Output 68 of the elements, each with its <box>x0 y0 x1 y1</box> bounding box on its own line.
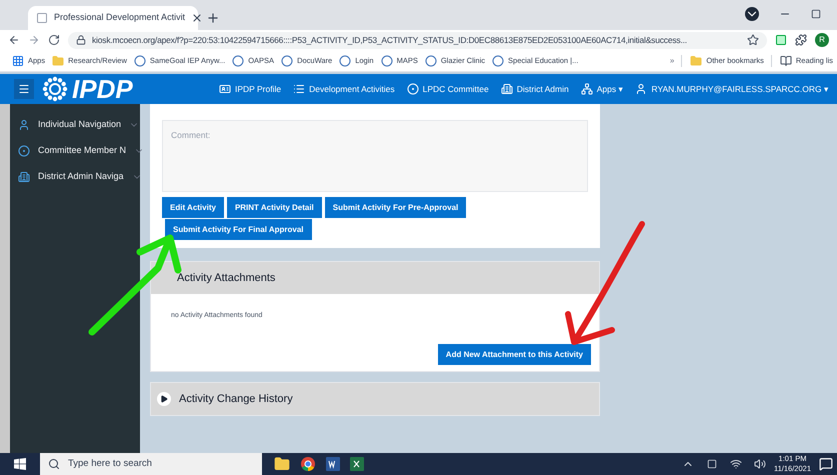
user-icon <box>18 119 30 131</box>
user-icon <box>635 83 648 95</box>
browser-tab[interactable]: Professional Development Activit <box>28 6 198 30</box>
tab-search-icon[interactable] <box>745 7 759 21</box>
apps-grid-icon <box>12 54 24 66</box>
windows-icon[interactable] <box>14 458 26 470</box>
file-explorer-icon[interactable] <box>274 456 290 472</box>
new-tab-icon[interactable] <box>206 11 220 25</box>
id-card-icon <box>218 83 231 95</box>
nav-link[interactable]: District Admin <box>500 82 569 96</box>
app-logo-text: IPDP <box>72 76 133 102</box>
apps-icon <box>580 83 593 95</box>
lock-icon <box>76 35 86 45</box>
sidebar-item[interactable]: Individual Navigation <box>10 112 140 138</box>
star-icon[interactable] <box>747 34 759 46</box>
building-icon <box>18 171 30 183</box>
taskbar-search-field[interactable]: Type here to search <box>40 453 262 475</box>
site-icon <box>232 54 244 66</box>
site-icon <box>492 54 504 66</box>
extension-icon[interactable] <box>775 34 787 46</box>
panel-title: Activity Change History <box>179 392 293 407</box>
nav-link[interactable]: RYAN.MURPHY@FAIRLESS.SPARCC.ORG ▾ <box>635 82 829 96</box>
add-attachment-button[interactable]: Add New Attachment to this Activity <box>438 344 591 365</box>
action-button[interactable]: Submit Activity For Final Approval <box>165 219 312 240</box>
nav-link[interactable]: IPDP Profile <box>218 82 282 96</box>
sidebar-item[interactable]: Committee Member N <box>10 138 140 164</box>
forward-icon[interactable] <box>28 34 40 46</box>
circle-icon <box>406 83 419 95</box>
site-icon <box>424 54 437 66</box>
address-bar[interactable]: kiosk.mcoecn.org/apex/f?p=220:53:10422594715666::::P53_ACTIVITY_ID,P53_ACTIVITY_STATUS_ID:D0EC88613E875ED2E053100AE60AC714,initial&success... <box>68 32 767 48</box>
notifications-icon[interactable] <box>819 457 833 471</box>
reading-list-icon <box>780 54 792 66</box>
excel-icon[interactable] <box>350 457 364 471</box>
panel-title: Activity Attachments <box>177 270 276 286</box>
building-icon <box>500 83 513 95</box>
menu-button[interactable] <box>14 79 34 99</box>
profile-avatar[interactable]: R <box>815 33 829 47</box>
site-icon <box>134 54 146 66</box>
word-icon[interactable] <box>326 457 340 471</box>
close-icon[interactable] <box>191 12 204 24</box>
restore-icon[interactable] <box>811 9 821 19</box>
expand-toggle[interactable] <box>157 392 171 406</box>
action-button[interactable]: Submit Activity For Pre-Approval <box>324 197 466 218</box>
nav-link[interactable]: Development Activities <box>293 82 395 96</box>
site-icon <box>339 54 352 66</box>
site-icon <box>380 54 393 66</box>
circle-icon <box>18 145 30 157</box>
action-button[interactable]: PRINT Activity Detail <box>226 197 322 218</box>
back-icon[interactable] <box>8 34 20 46</box>
sidebar-item[interactable]: District Admin Naviga <box>10 164 140 190</box>
play-icon <box>160 395 168 403</box>
search-icon <box>48 458 60 470</box>
nav-link[interactable]: Apps ▾ <box>580 82 624 96</box>
url-text: kiosk.mcoecn.org/apex/f?p=220:53:10422594715666::::P53_ACTIVITY_ID,P53_ACTIVITY_STATUS_ID:D0EC88613E875ED2E053100AE60AC714,initial&success... <box>92 34 687 46</box>
folder-icon <box>52 54 64 66</box>
nav-link[interactable]: LPDC Committee <box>406 82 489 96</box>
logo-icon <box>42 76 68 102</box>
menu-icon <box>18 83 30 95</box>
action-button[interactable]: Edit Activity <box>162 197 224 218</box>
speaker-icon[interactable] <box>754 458 766 470</box>
folder-icon <box>690 54 702 66</box>
reload-icon[interactable] <box>48 34 60 46</box>
more-bookmarks[interactable]: » <box>670 54 674 66</box>
chrome-icon[interactable] <box>300 456 316 472</box>
page-icon <box>36 12 48 24</box>
puzzle-icon[interactable] <box>795 34 807 46</box>
site-icon <box>281 54 294 66</box>
tab-title: Professional Development Activit <box>54 11 186 24</box>
